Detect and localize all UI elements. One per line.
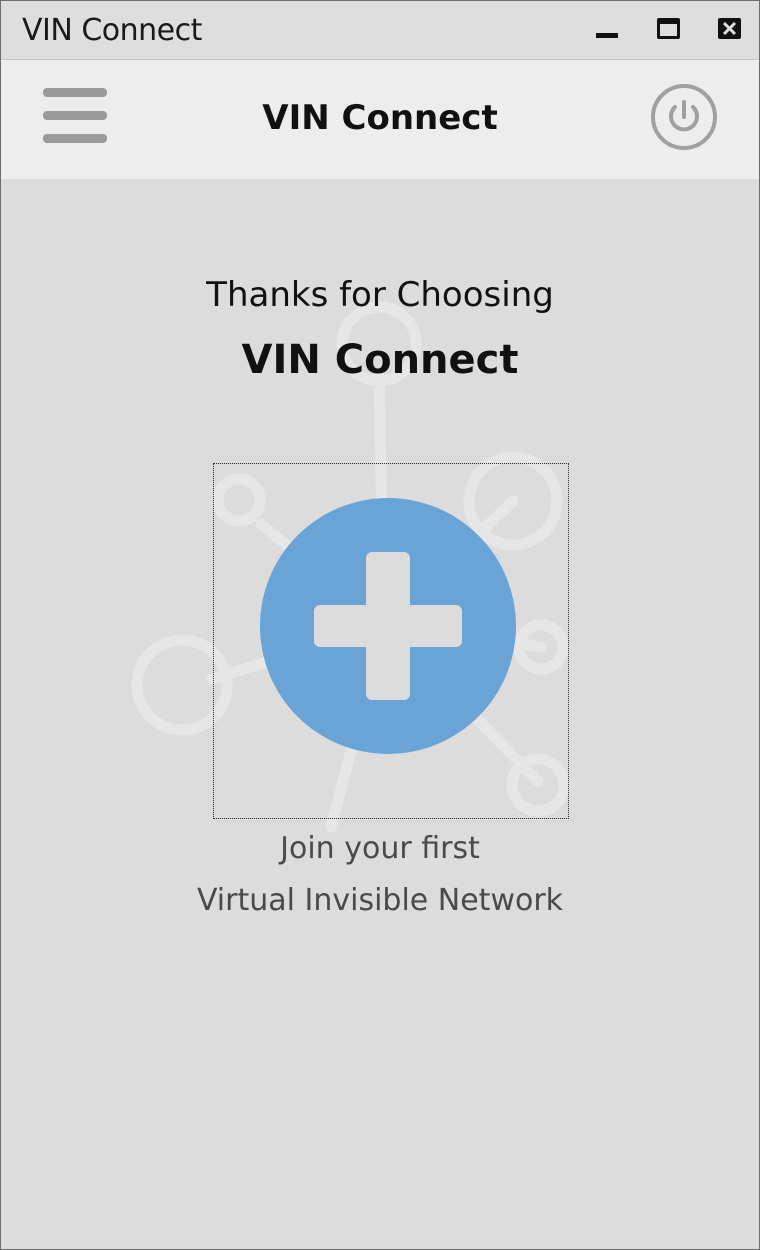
caption-line-2: Virtual Invisible Network	[196, 883, 564, 918]
close-icon[interactable]	[715, 15, 745, 45]
title-bar[interactable]: VIN Connect	[1, 1, 759, 60]
app-header: VIN Connect	[1, 60, 759, 179]
minimize-icon[interactable]	[591, 15, 621, 45]
brand-name: VIN Connect	[241, 337, 519, 383]
window-title: VIN Connect	[22, 13, 202, 48]
app-window: VIN Connect VIN Connect Thanks for Choos…	[0, 0, 760, 1250]
maximize-icon[interactable]	[654, 15, 684, 45]
power-icon[interactable]	[649, 82, 719, 152]
plus-circle-icon[interactable]	[260, 498, 516, 754]
header-title: VIN Connect	[262, 98, 498, 138]
caption-line-1: Join your first	[280, 831, 480, 866]
add-network-button[interactable]	[213, 463, 569, 819]
main-content: Thanks for Choosing VIN Connect Join you…	[1, 179, 759, 1249]
greeting-text: Thanks for Choosing	[206, 275, 554, 315]
